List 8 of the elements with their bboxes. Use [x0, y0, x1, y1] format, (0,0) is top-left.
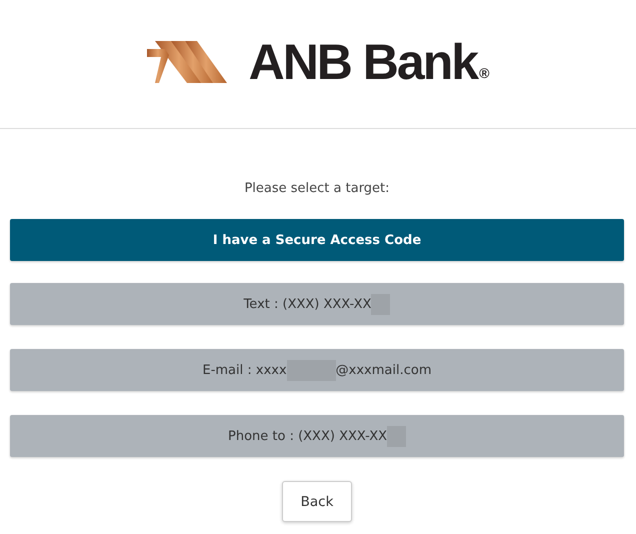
secure-code-button[interactable]: I have a Secure Access Code — [10, 219, 624, 261]
contact-option-button[interactable]: Text : (XXX) XXX-XX — [10, 283, 624, 325]
back-button[interactable]: Back — [282, 481, 352, 522]
registered-mark: ® — [479, 65, 490, 81]
contact-option-button[interactable]: Phone to : (XXX) XXX-XX — [10, 415, 624, 457]
contact-option-button[interactable]: E-mail : xxxx @xxxmail.com — [10, 349, 624, 391]
prompt-text: Please select a target: — [243, 181, 391, 196]
logo-text: ANB Bank — [248, 33, 478, 91]
